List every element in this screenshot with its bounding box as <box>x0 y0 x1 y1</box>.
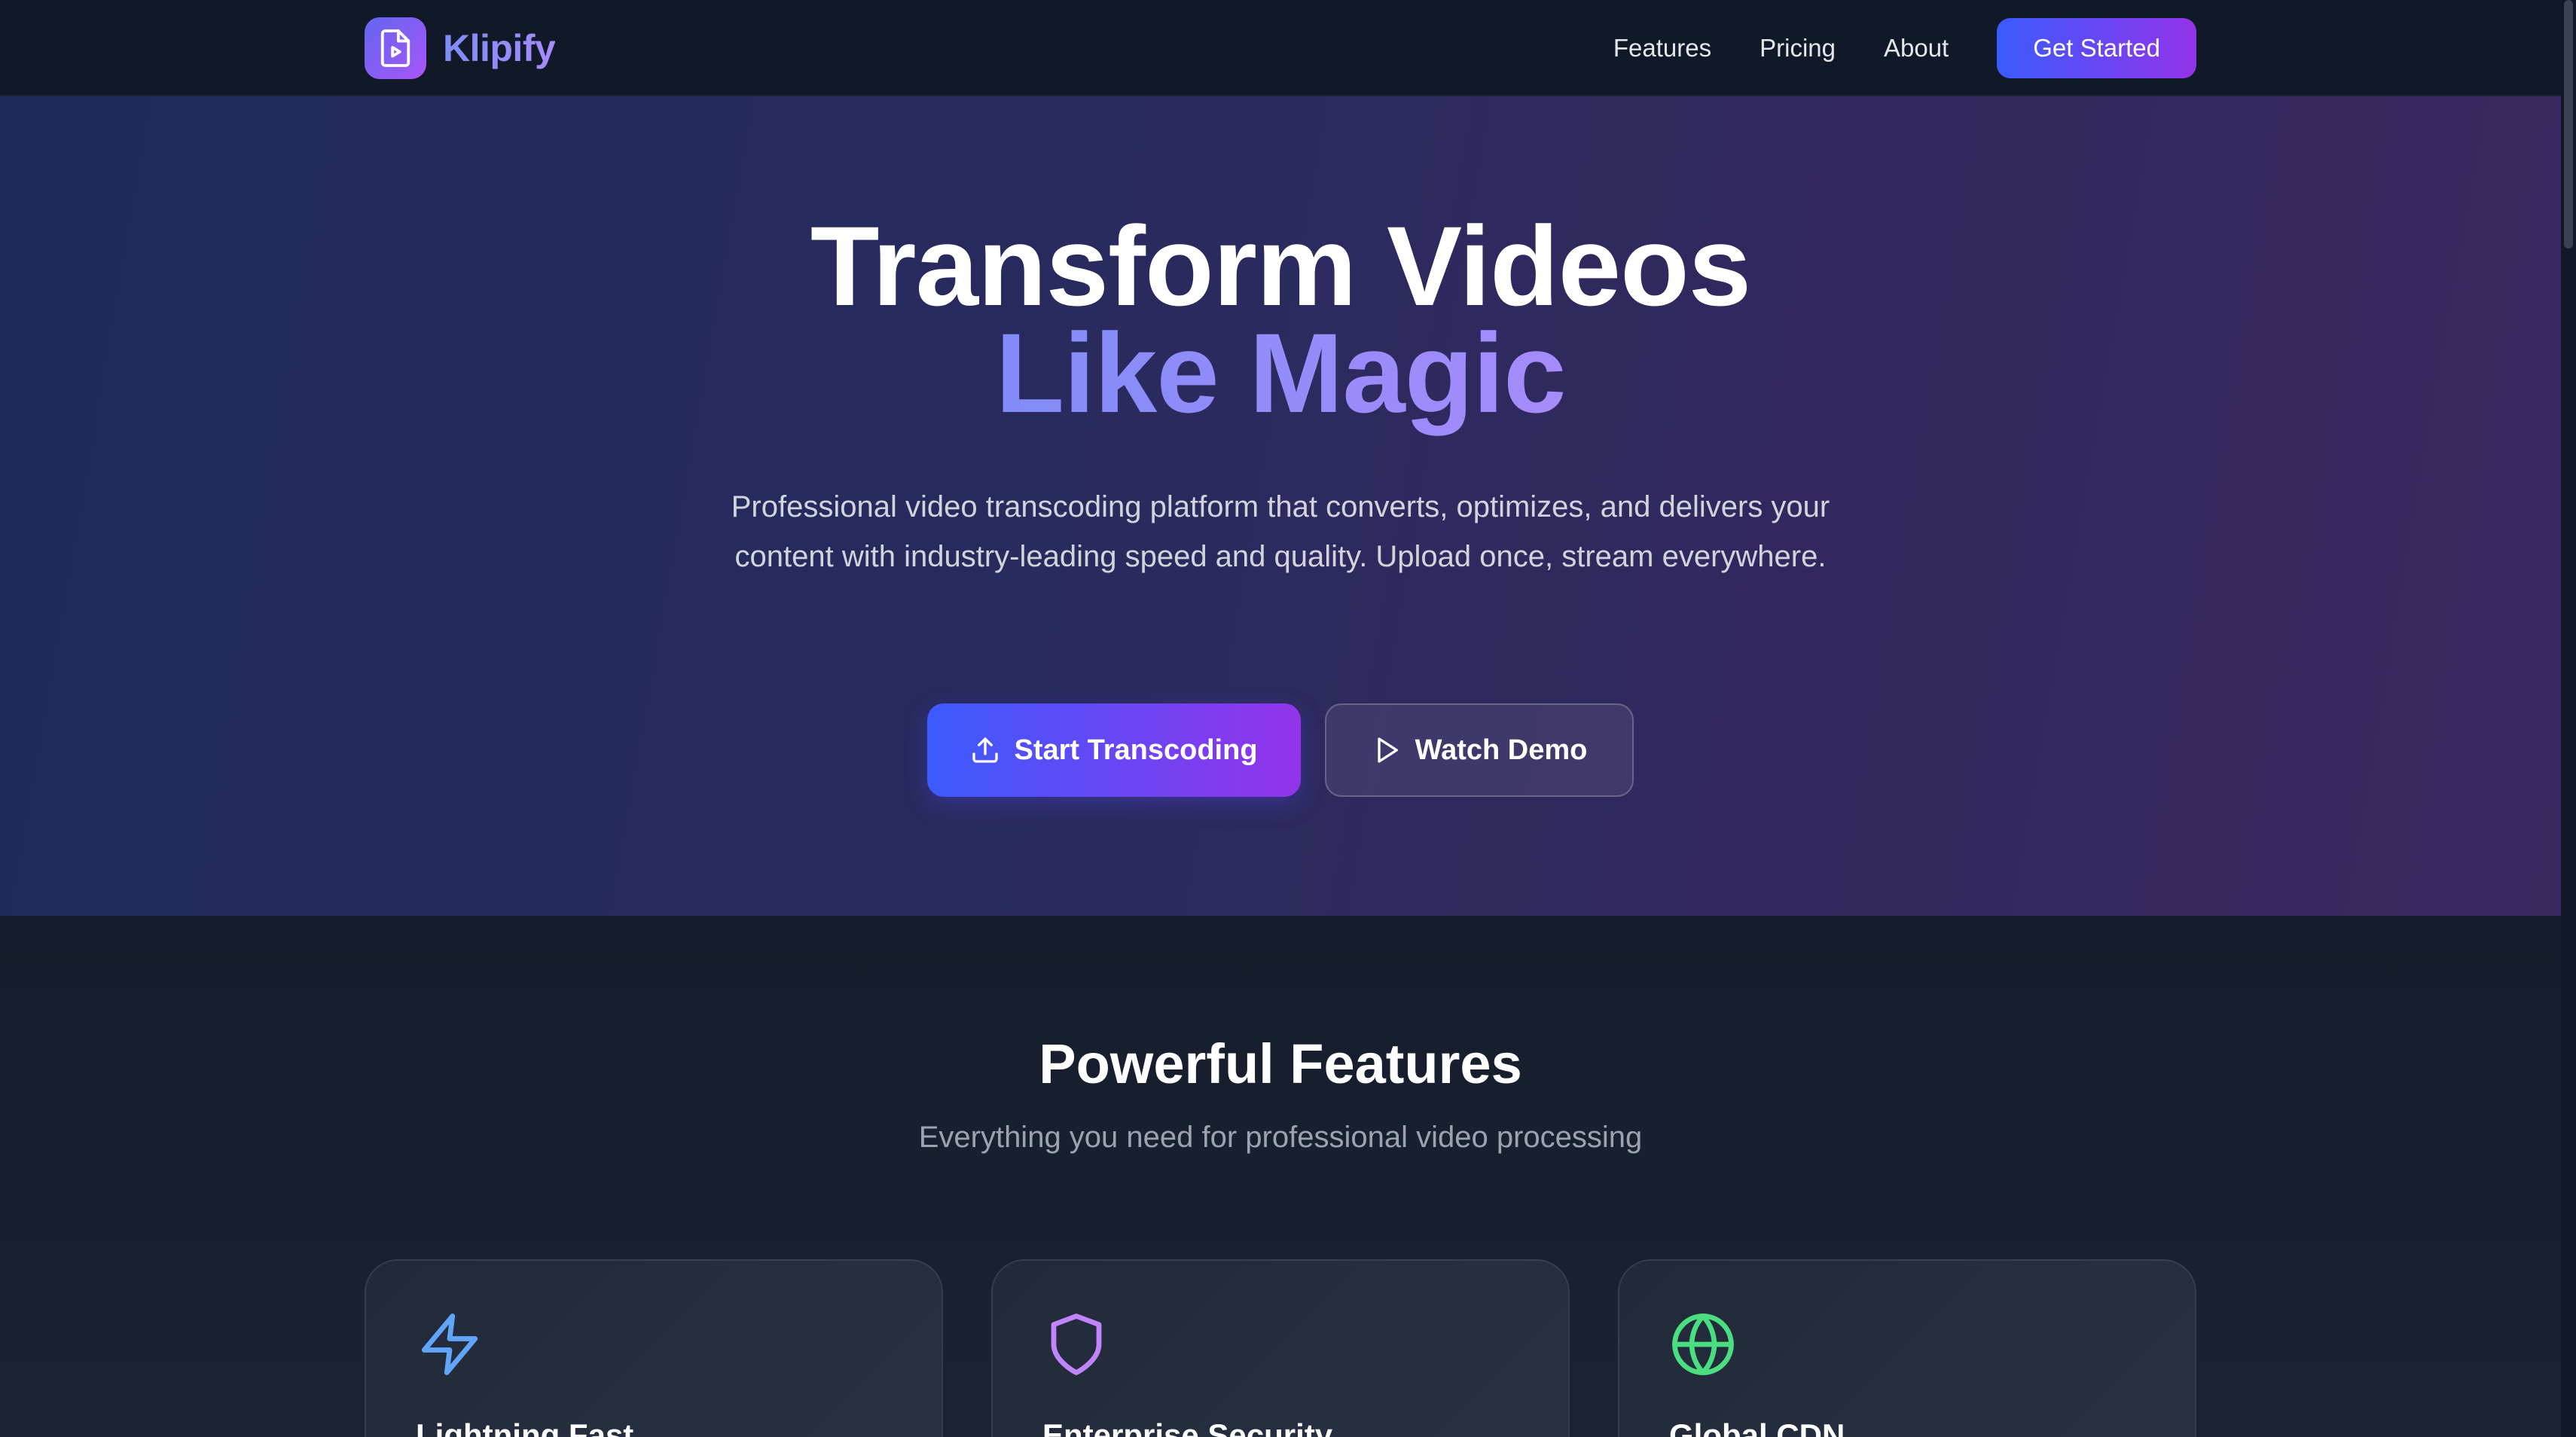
watch-demo-button[interactable]: Watch Demo <box>1325 703 1634 797</box>
globe-icon <box>1672 1313 1734 1375</box>
start-transcoding-button[interactable]: Start Transcoding <box>927 703 1301 797</box>
features-subtitle: Everything you need for professional vid… <box>918 1121 1643 1154</box>
start-transcoding-label: Start Transcoding <box>1014 734 1258 766</box>
feature-card-title: Lightning Fast <box>416 1417 634 1437</box>
feature-card-global-cdn: Global CDN <box>1618 1259 2196 1437</box>
play-icon <box>1377 737 1398 763</box>
features-section: Powerful Features Everything you need fo… <box>0 916 2561 1437</box>
brand[interactable]: Klipify <box>365 17 556 79</box>
nav-link-about[interactable]: About <box>1884 34 1949 63</box>
feature-card-title: Global CDN <box>1669 1417 1845 1437</box>
hero-section: Transform Videos Like Magic Professional… <box>0 96 2561 916</box>
brand-name: Klipify <box>443 27 556 69</box>
feature-card-title: Enterprise Security <box>1042 1417 1333 1437</box>
upload-icon <box>972 737 999 763</box>
feature-cards: Lightning Fast Enterprise Security Globa… <box>365 1259 2196 1437</box>
navbar-inner: Klipify Features Pricing About Get Start… <box>365 0 2196 96</box>
hero-subtitle: Professional video transcoding platform … <box>731 490 1830 573</box>
shield-icon <box>1051 1313 1102 1375</box>
hero-title: Transform Videos <box>810 203 1751 329</box>
features-title: Powerful Features <box>1039 1033 1522 1095</box>
nav-link-pricing[interactable]: Pricing <box>1760 34 1836 63</box>
nav-link-features[interactable]: Features <box>1613 34 1711 63</box>
page: Klipify Features Pricing About Get Start… <box>0 0 2576 1437</box>
top-navbar: Klipify Features Pricing About Get Start… <box>0 0 2561 96</box>
hero-title-accent: Like Magic <box>0 316 2561 429</box>
get-started-button[interactable]: Get Started <box>1997 18 2196 78</box>
nav-links: Features Pricing About Get Started <box>1613 18 2196 78</box>
feature-card-lightning-fast: Lightning Fast <box>365 1259 943 1437</box>
watch-demo-label: Watch Demo <box>1415 734 1588 766</box>
video-file-icon <box>365 17 426 79</box>
hero-buttons: Start Transcoding Watch Demo <box>0 703 2561 797</box>
lightning-icon <box>421 1313 478 1375</box>
scrollbar-thumb[interactable] <box>2564 0 2573 249</box>
vertical-scrollbar[interactable] <box>2561 0 2576 1437</box>
feature-card-enterprise-security: Enterprise Security <box>991 1259 1570 1437</box>
hero-title-accent-text: Like Magic <box>995 310 1567 436</box>
